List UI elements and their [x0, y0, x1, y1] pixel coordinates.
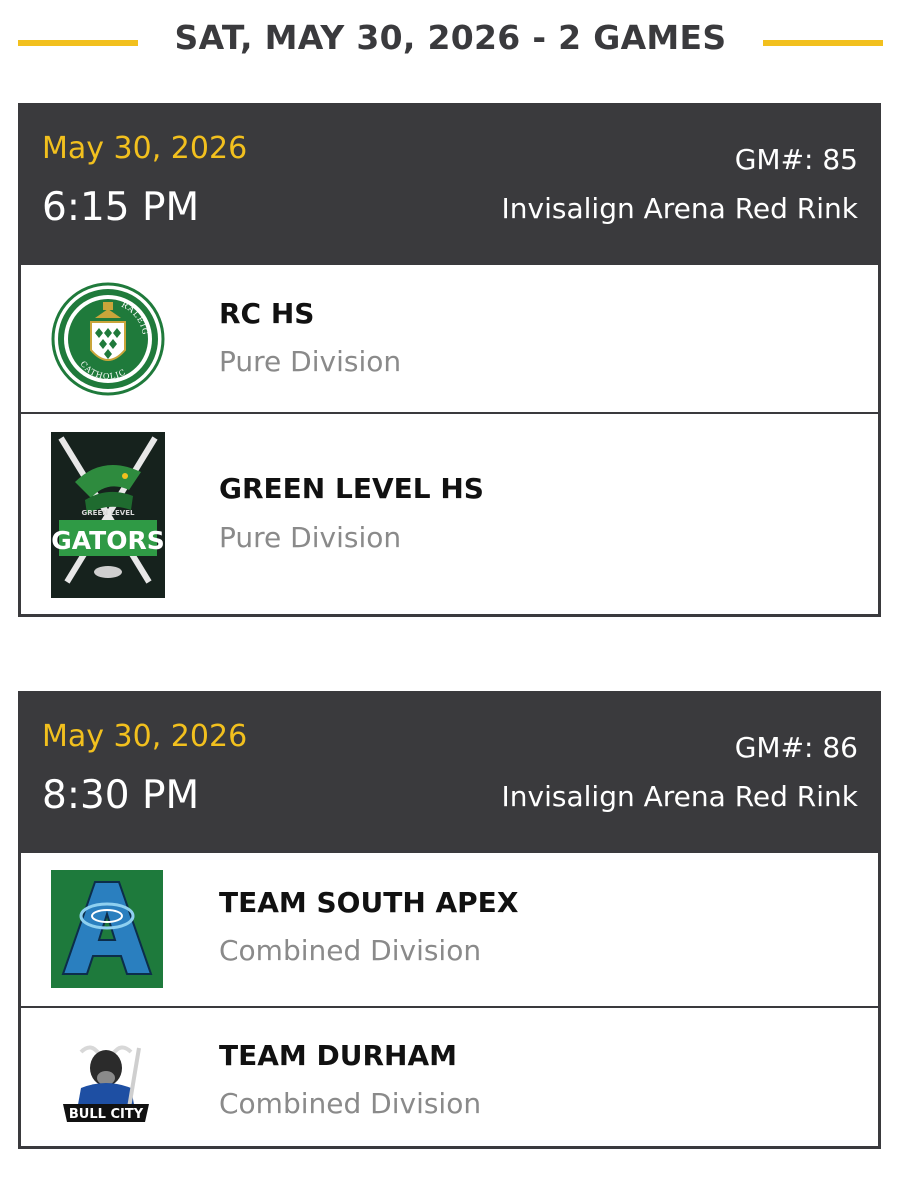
game-card[interactable]: May 30, 2026 6:15 PM GM#: 85 Invisalign …	[18, 103, 881, 617]
south-apex-logo	[51, 870, 163, 992]
svg-text:GREEN LEVEL: GREEN LEVEL	[82, 509, 135, 517]
team-name: TEAM DURHAM	[219, 1039, 458, 1072]
team-name: RC HS	[219, 297, 315, 330]
bull-city-logo: BULL CITY	[51, 1038, 161, 1132]
game-number: GM#: 86	[734, 731, 858, 764]
game-time: 8:30 PM	[42, 773, 200, 818]
team-row-away[interactable]: BULL CITY TEAM DURHAM Combined Division	[21, 1006, 878, 1149]
game-header: May 30, 2026 6:15 PM GM#: 85 Invisalign …	[18, 103, 881, 263]
game-time: 6:15 PM	[42, 185, 200, 230]
game-header: May 30, 2026 8:30 PM GM#: 86 Invisalign …	[18, 691, 881, 851]
day-header: SAT, MAY 30, 2026 - 2 GAMES	[0, 0, 901, 84]
game-date: May 30, 2026	[42, 719, 248, 754]
game-venue: Invisalign Arena Red Rink	[501, 192, 858, 225]
team-row-home[interactable]: RALEIGH CATHOLIC RC HS Pure Divi	[21, 263, 878, 412]
game-venue: Invisalign Arena Red Rink	[501, 780, 858, 813]
header-divider-right	[763, 40, 883, 46]
team-division: Pure Division	[219, 345, 402, 378]
green-level-gators-logo: GREEN LEVEL GATORS	[51, 432, 165, 602]
svg-text:GATORS: GATORS	[51, 526, 165, 555]
game-card[interactable]: May 30, 2026 8:30 PM GM#: 86 Invisalign …	[18, 691, 881, 1149]
raleigh-catholic-logo: RALEIGH CATHOLIC	[47, 275, 165, 400]
team-division: Combined Division	[219, 934, 482, 967]
team-division: Pure Division	[219, 521, 402, 554]
team-name: GREEN LEVEL HS	[219, 472, 484, 505]
team-division: Combined Division	[219, 1087, 482, 1120]
game-number: GM#: 85	[734, 143, 858, 176]
svg-text:BULL CITY: BULL CITY	[69, 1107, 144, 1122]
team-row-away[interactable]: GREEN LEVEL GATORS GREEN LEVEL HS Pure D…	[21, 412, 878, 614]
team-name: TEAM SOUTH APEX	[219, 886, 519, 919]
team-row-home[interactable]: TEAM SOUTH APEX Combined Division	[21, 851, 878, 1006]
game-date: May 30, 2026	[42, 131, 248, 166]
day-heading: SAT, MAY 30, 2026 - 2 GAMES	[174, 18, 727, 57]
